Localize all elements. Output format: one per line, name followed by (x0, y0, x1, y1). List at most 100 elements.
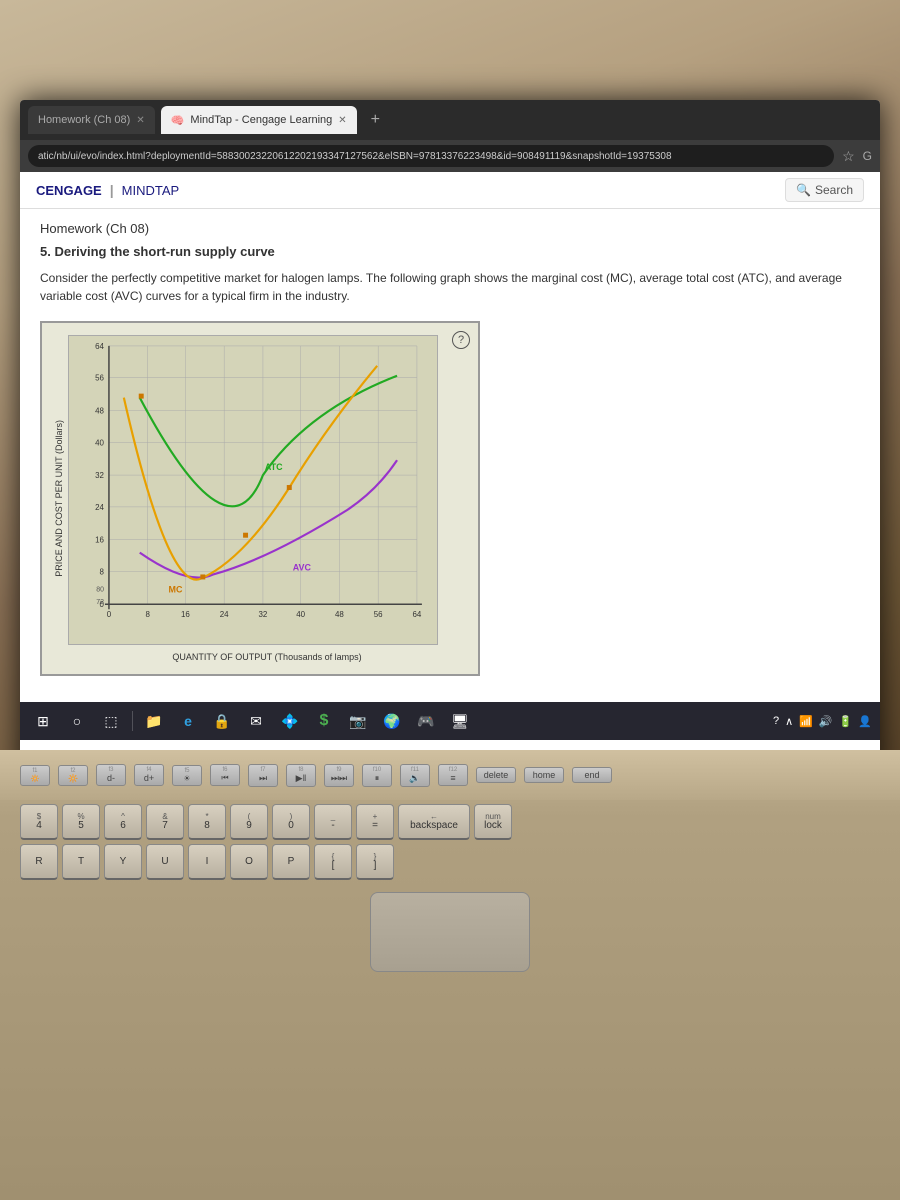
laptop-screen: Homework (Ch 08) ✕ 🧠 MindTap - Cengage L… (20, 100, 880, 780)
camera-taskbar-button[interactable]: 📷 (343, 706, 373, 736)
edge-taskbar-button[interactable]: e (173, 706, 203, 736)
taskbar: ⊞ ○ ⬚ 📁 e 🔒 ✉ 💠 $ 📷 🌍 🎮 🖥 ? ∧ 📶 🔊 🔋 👤 (20, 702, 880, 740)
fn-key-row: f1 🔅 f2 🔆 f3 d- f4 d+ f5 ☀ f6 ⏮ f7 ⏭ f8 (0, 750, 900, 800)
bookmark-star-icon[interactable]: ☆ (842, 148, 855, 165)
key-7[interactable]: & 7 (146, 804, 184, 840)
home-key[interactable]: home (524, 767, 564, 783)
start-button[interactable]: ⊞ (28, 706, 58, 736)
svg-text:48: 48 (95, 406, 104, 415)
tab-mindtap-label: MindTap - Cengage Learning (190, 114, 332, 126)
cengage-brand: CENGAGE (36, 183, 102, 198)
page-content: CENGAGE | MINDTAP 🔍 Search Homework (Ch … (20, 172, 880, 780)
tray-battery-icon[interactable]: 🔋 (839, 715, 853, 728)
globe-taskbar-button[interactable]: 🌍 (377, 706, 407, 736)
tray-wifi-icon[interactable]: 📶 (799, 715, 813, 728)
keyboard-area: f1 🔅 f2 🔆 f3 d- f4 d+ f5 ☀ f6 ⏮ f7 ⏭ f8 (0, 750, 900, 1200)
tray-chevron-icon[interactable]: ∧ (785, 715, 793, 728)
key-u[interactable]: U (146, 844, 184, 880)
key-backspace[interactable]: ← backspace (398, 804, 470, 840)
task-view-button[interactable]: ⬚ (96, 706, 126, 736)
fn-key-f12[interactable]: f12 ≡ (438, 764, 468, 786)
game-taskbar-button[interactable]: 🎮 (411, 706, 441, 736)
mindtap-brand: MINDTAP (122, 183, 180, 198)
end-key[interactable]: end (572, 767, 612, 783)
fn-key-f4[interactable]: f4 d+ (134, 764, 164, 786)
key-r[interactable]: R (20, 844, 58, 880)
mail-taskbar-button[interactable]: ✉ (241, 706, 271, 736)
key-4[interactable]: $ 4 (20, 804, 58, 840)
key-numlock[interactable]: num lock (474, 804, 512, 840)
url-bar[interactable]: atic/nb/ui/evo/index.html?deploymentId=5… (28, 145, 834, 167)
svg-text:AVC: AVC (293, 562, 312, 572)
fn-key-f11[interactable]: f11 🔉 (400, 764, 430, 787)
svg-text:72: 72 (96, 599, 104, 606)
fn-key-f2[interactable]: f2 🔆 (58, 765, 88, 786)
chart-plot-area: 0 8 16 24 32 40 48 56 64 72 80 (68, 335, 466, 662)
url-bar-area: atic/nb/ui/evo/index.html?deploymentId=5… (20, 140, 880, 172)
svg-text:32: 32 (95, 471, 104, 480)
fn-key-f6[interactable]: f6 ⏮ (210, 764, 240, 786)
file-explorer-taskbar-button[interactable]: 📁 (139, 706, 169, 736)
search-label: Search (815, 183, 853, 197)
key-p[interactable]: P (272, 844, 310, 880)
search-icon: 🔍 (796, 183, 811, 197)
tab-homework-label: Homework (Ch 08) (38, 114, 130, 126)
key-bracket-close[interactable]: } ] (356, 844, 394, 880)
svg-text:16: 16 (95, 536, 104, 545)
dollar-app-taskbar-button[interactable]: $ (309, 706, 339, 736)
monitor-taskbar-button[interactable]: 🖥 (445, 706, 475, 736)
trackpad-area (0, 892, 900, 972)
key-t[interactable]: T (62, 844, 100, 880)
letter-row: R T Y U I O P { [ (20, 844, 880, 880)
tab-homework[interactable]: Homework (Ch 08) ✕ (28, 106, 155, 134)
economics-chart-container: ? PRICE AND COST PER UNIT (Dollars) (40, 321, 480, 676)
tab-mindtap-close[interactable]: ✕ (338, 115, 346, 126)
trackpad[interactable] (370, 892, 530, 972)
lock-taskbar-button[interactable]: 🔒 (207, 706, 237, 736)
svg-text:8: 8 (145, 610, 150, 619)
fn-key-f7[interactable]: f7 ⏭ (248, 764, 278, 787)
tray-help-icon[interactable]: ? (773, 715, 779, 727)
key-y[interactable]: Y (104, 844, 142, 880)
question-title: 5. Deriving the short-run supply curve (40, 244, 860, 259)
key-0[interactable]: ) 0 (272, 804, 310, 840)
key-6[interactable]: ^ 6 (104, 804, 142, 840)
refresh-icon[interactable]: G (863, 149, 872, 163)
key-minus[interactable]: _ - (314, 804, 352, 840)
svg-text:56: 56 (95, 374, 104, 383)
help-icon[interactable]: ? (452, 331, 470, 349)
tab-homework-close[interactable]: ✕ (136, 115, 144, 126)
svg-text:24: 24 (95, 503, 104, 512)
fn-key-f5[interactable]: f5 ☀ (172, 765, 202, 786)
new-tab-button[interactable]: + (363, 111, 388, 129)
fn-key-f1[interactable]: f1 🔅 (20, 765, 50, 786)
key-9[interactable]: ( 9 (230, 804, 268, 840)
keyboard-keys: $ 4 % 5 ^ 6 & 7 * 8 ( 9 (0, 800, 900, 884)
fn-key-f8[interactable]: f8 ▶‖ (286, 764, 316, 787)
tray-volume-icon[interactable]: 🔊 (819, 715, 833, 728)
key-equals[interactable]: + = (356, 804, 394, 840)
key-8[interactable]: * 8 (188, 804, 226, 840)
fn-key-f10[interactable]: f10 ⏸ (362, 764, 392, 787)
question-description: Consider the perfectly competitive marke… (40, 269, 860, 305)
cengage-header: CENGAGE | MINDTAP 🔍 Search (20, 172, 880, 209)
fn-key-f3[interactable]: f3 d- (96, 764, 126, 786)
homework-breadcrumb: Homework (Ch 08) (40, 221, 860, 236)
tab-mindtap[interactable]: 🧠 MindTap - Cengage Learning ✕ (161, 106, 357, 134)
svg-text:MC: MC (169, 584, 183, 594)
clipboard-taskbar-button[interactable]: 💠 (275, 706, 305, 736)
cengage-logo: CENGAGE | MINDTAP (36, 182, 179, 198)
search-button[interactable]: 🔍 Search (785, 178, 864, 202)
url-text: atic/nb/ui/evo/index.html?deploymentId=5… (38, 151, 672, 162)
key-5[interactable]: % 5 (62, 804, 100, 840)
key-i[interactable]: I (188, 844, 226, 880)
svg-text:24: 24 (220, 610, 229, 619)
search-taskbar-button[interactable]: ○ (62, 706, 92, 736)
key-o[interactable]: O (230, 844, 268, 880)
taskbar-separator (132, 711, 133, 731)
tray-user-icon[interactable]: 👤 (858, 715, 872, 728)
y-axis-label: PRICE AND COST PER UNIT (Dollars) (54, 335, 64, 662)
fn-key-f9[interactable]: f9 ⏭⏭ (324, 764, 354, 787)
delete-key[interactable]: delete (476, 767, 516, 783)
key-bracket-open[interactable]: { [ (314, 844, 352, 880)
